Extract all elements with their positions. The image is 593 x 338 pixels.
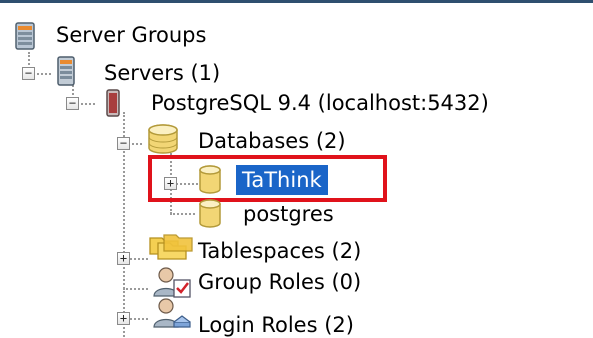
tree-line <box>170 213 195 215</box>
login-roles-icon <box>153 298 191 328</box>
server-group-icon <box>15 22 35 50</box>
collapse-icon[interactable]: − <box>117 137 130 150</box>
expand-icon[interactable]: + <box>117 252 130 265</box>
tree-line <box>81 103 95 105</box>
object-tree: Server Groups − Servers (1) − PostgreSQL… <box>0 0 593 338</box>
tree-line <box>37 73 51 75</box>
tree-node-label: postgres <box>243 202 334 226</box>
tree-line <box>132 143 142 145</box>
tree-node-label: Group Roles (0) <box>198 270 362 294</box>
postgres-server-icon <box>106 89 120 117</box>
server-icon <box>57 56 75 86</box>
tree-node-label: Tablespaces (2) <box>198 239 362 263</box>
group-roles-icon <box>153 267 191 298</box>
tablespaces-icon <box>149 234 193 260</box>
tree-node-label: Server Groups <box>56 23 207 47</box>
expand-icon[interactable]: + <box>117 312 130 325</box>
tree-node-label: Servers (1) <box>104 61 221 85</box>
collapse-icon[interactable]: − <box>66 97 79 110</box>
databases-icon <box>148 124 178 154</box>
database-icon <box>199 199 221 228</box>
tree-node-label: PostgreSQL 9.4 (localhost:5432) <box>151 91 489 115</box>
annotation-highlight-box <box>148 155 387 202</box>
tree-node-label: Databases (2) <box>198 129 346 153</box>
tree-line <box>123 288 148 290</box>
collapse-icon[interactable]: − <box>22 67 35 80</box>
tree-node-label: Login Roles (2) <box>198 313 354 337</box>
object-browser: Server Groups − Servers (1) − PostgreSQL… <box>0 0 593 338</box>
